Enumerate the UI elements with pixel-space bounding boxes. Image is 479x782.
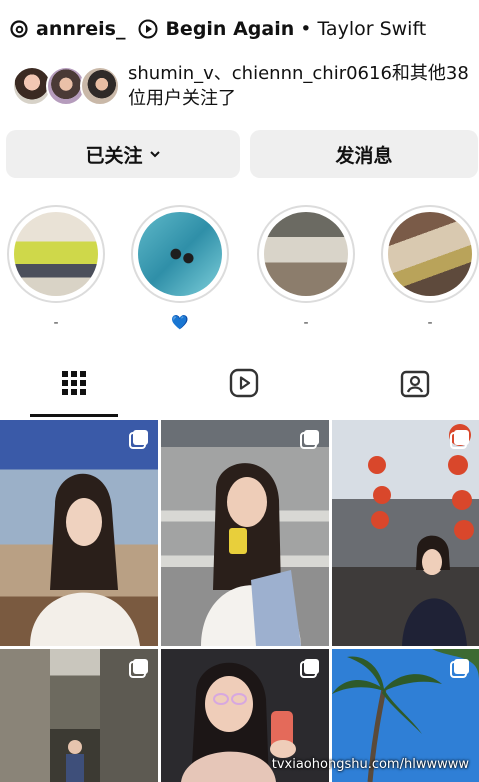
song-artist[interactable]: Taylor Swift [317, 18, 426, 40]
highlight-cover [264, 212, 348, 296]
highlight-label: 💙 [171, 315, 189, 331]
song-title[interactable]: Begin Again [165, 18, 294, 40]
separator: • [300, 18, 312, 40]
multiple-posts-icon [299, 657, 321, 679]
message-label: 发消息 [335, 144, 393, 167]
tab-reels[interactable] [199, 356, 289, 414]
post-thumbnail[interactable] [0, 649, 158, 782]
profile-tabs [0, 356, 479, 417]
post-thumbnail[interactable] [161, 420, 329, 646]
highlight-label: - [303, 315, 309, 331]
tagged-icon [400, 368, 430, 402]
play-circle-icon [137, 18, 159, 40]
following-button[interactable]: 已关注 [6, 130, 240, 178]
post-thumbnail[interactable] [0, 420, 158, 646]
reels-icon [229, 368, 259, 402]
post-image [368, 424, 474, 646]
multiple-posts-icon [128, 428, 150, 450]
post-thumbnail[interactable] [332, 420, 479, 646]
grid-icon [61, 370, 87, 400]
multiple-posts-icon [128, 657, 150, 679]
followed-by-text[interactable]: shumin_v、chiennn_chir0616和其他38位用户关注了 [128, 61, 469, 111]
highlight-item[interactable]: 💙 [130, 205, 230, 333]
highlight-item[interactable]: - [256, 205, 356, 333]
posts-grid [0, 420, 479, 782]
tab-tagged[interactable] [370, 356, 460, 414]
multiple-posts-icon [449, 428, 471, 450]
active-tab-indicator [30, 414, 118, 417]
chevron-down-icon [149, 143, 161, 165]
highlight-cover [388, 212, 472, 296]
message-button[interactable]: 发消息 [250, 130, 478, 178]
multiple-posts-icon [299, 428, 321, 450]
profile-header-line: annreis_ Begin Again • Taylor Swift [8, 14, 471, 44]
multiple-posts-icon [449, 657, 471, 679]
followed-by-row[interactable]: shumin_v、chiennn_chir0616和其他38位用户关注了 [10, 58, 469, 114]
threads-icon[interactable] [8, 18, 30, 40]
following-label: 已关注 [85, 144, 143, 167]
post-image [201, 463, 301, 646]
username[interactable]: annreis_ [36, 18, 125, 40]
tab-posts[interactable] [29, 356, 119, 414]
highlight-label: - [53, 315, 59, 331]
highlight-cover [138, 212, 222, 296]
post-image [30, 473, 140, 646]
highlight-item[interactable]: - [380, 205, 479, 333]
highlight-cover [14, 212, 98, 296]
watermark: tvxiaohongshu.com/hlwwwww [271, 757, 469, 772]
highlight-item[interactable]: - [6, 205, 106, 333]
avatar [80, 66, 120, 106]
mutual-avatars [10, 63, 122, 109]
highlight-label: - [427, 315, 433, 331]
